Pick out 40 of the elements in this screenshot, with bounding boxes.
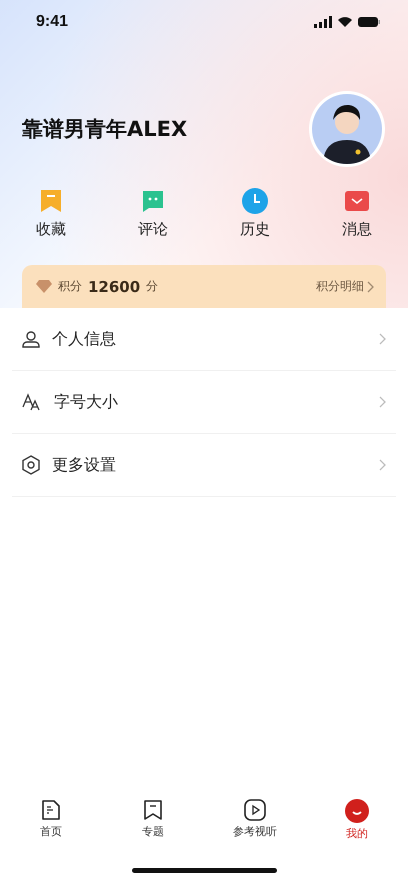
font-size-icon: [22, 393, 42, 411]
user-name: 靠谱男青年ALEX: [22, 116, 188, 143]
wifi-icon: [338, 17, 352, 27]
status-time: 9:41: [36, 13, 68, 31]
tab[interactable]: 参考视听: [204, 799, 306, 843]
avatar[interactable]: [308, 90, 386, 168]
shortcut-button[interactable]: 历史: [204, 188, 306, 239]
settings-icon: [22, 455, 40, 475]
smile-icon: [345, 799, 369, 823]
points-label: 积分: [58, 278, 82, 295]
chevron-icon: [367, 280, 374, 292]
tab[interactable]: 我的: [306, 799, 408, 843]
signal-icon: [314, 16, 332, 28]
chevron-icon: [379, 396, 386, 408]
menu-label: 更多设置: [52, 454, 117, 476]
points-detail-link[interactable]: 积分明细: [316, 278, 374, 295]
chevron-icon: [379, 459, 386, 471]
bookmark-icon: [143, 799, 163, 821]
shortcut-button[interactable]: 消息: [306, 188, 408, 239]
points-unit: 分: [146, 278, 158, 295]
menu-row[interactable]: 更多设置: [12, 434, 396, 497]
clock-icon: [242, 188, 268, 214]
play-icon: [244, 799, 266, 821]
mail-icon: [345, 190, 369, 212]
menu-row[interactable]: 个人信息: [12, 308, 396, 371]
bookmark-icon: [39, 189, 63, 213]
menu-label: 个人信息: [52, 328, 117, 350]
document-icon: [41, 799, 61, 821]
shortcut-button[interactable]: 评论: [102, 188, 204, 239]
person-icon: [22, 330, 40, 348]
battery-icon: [358, 17, 380, 27]
menu-row[interactable]: 字号大小: [12, 371, 396, 434]
menu-label: 字号大小: [54, 392, 119, 412]
points-value: 12600: [88, 278, 140, 296]
diamond-icon: [36, 280, 52, 293]
chevron-icon: [379, 333, 386, 345]
comment-icon: [141, 189, 165, 213]
shortcut-button[interactable]: 收藏: [0, 188, 102, 239]
tab[interactable]: 专题: [102, 799, 204, 843]
tab[interactable]: 首页: [0, 799, 102, 843]
